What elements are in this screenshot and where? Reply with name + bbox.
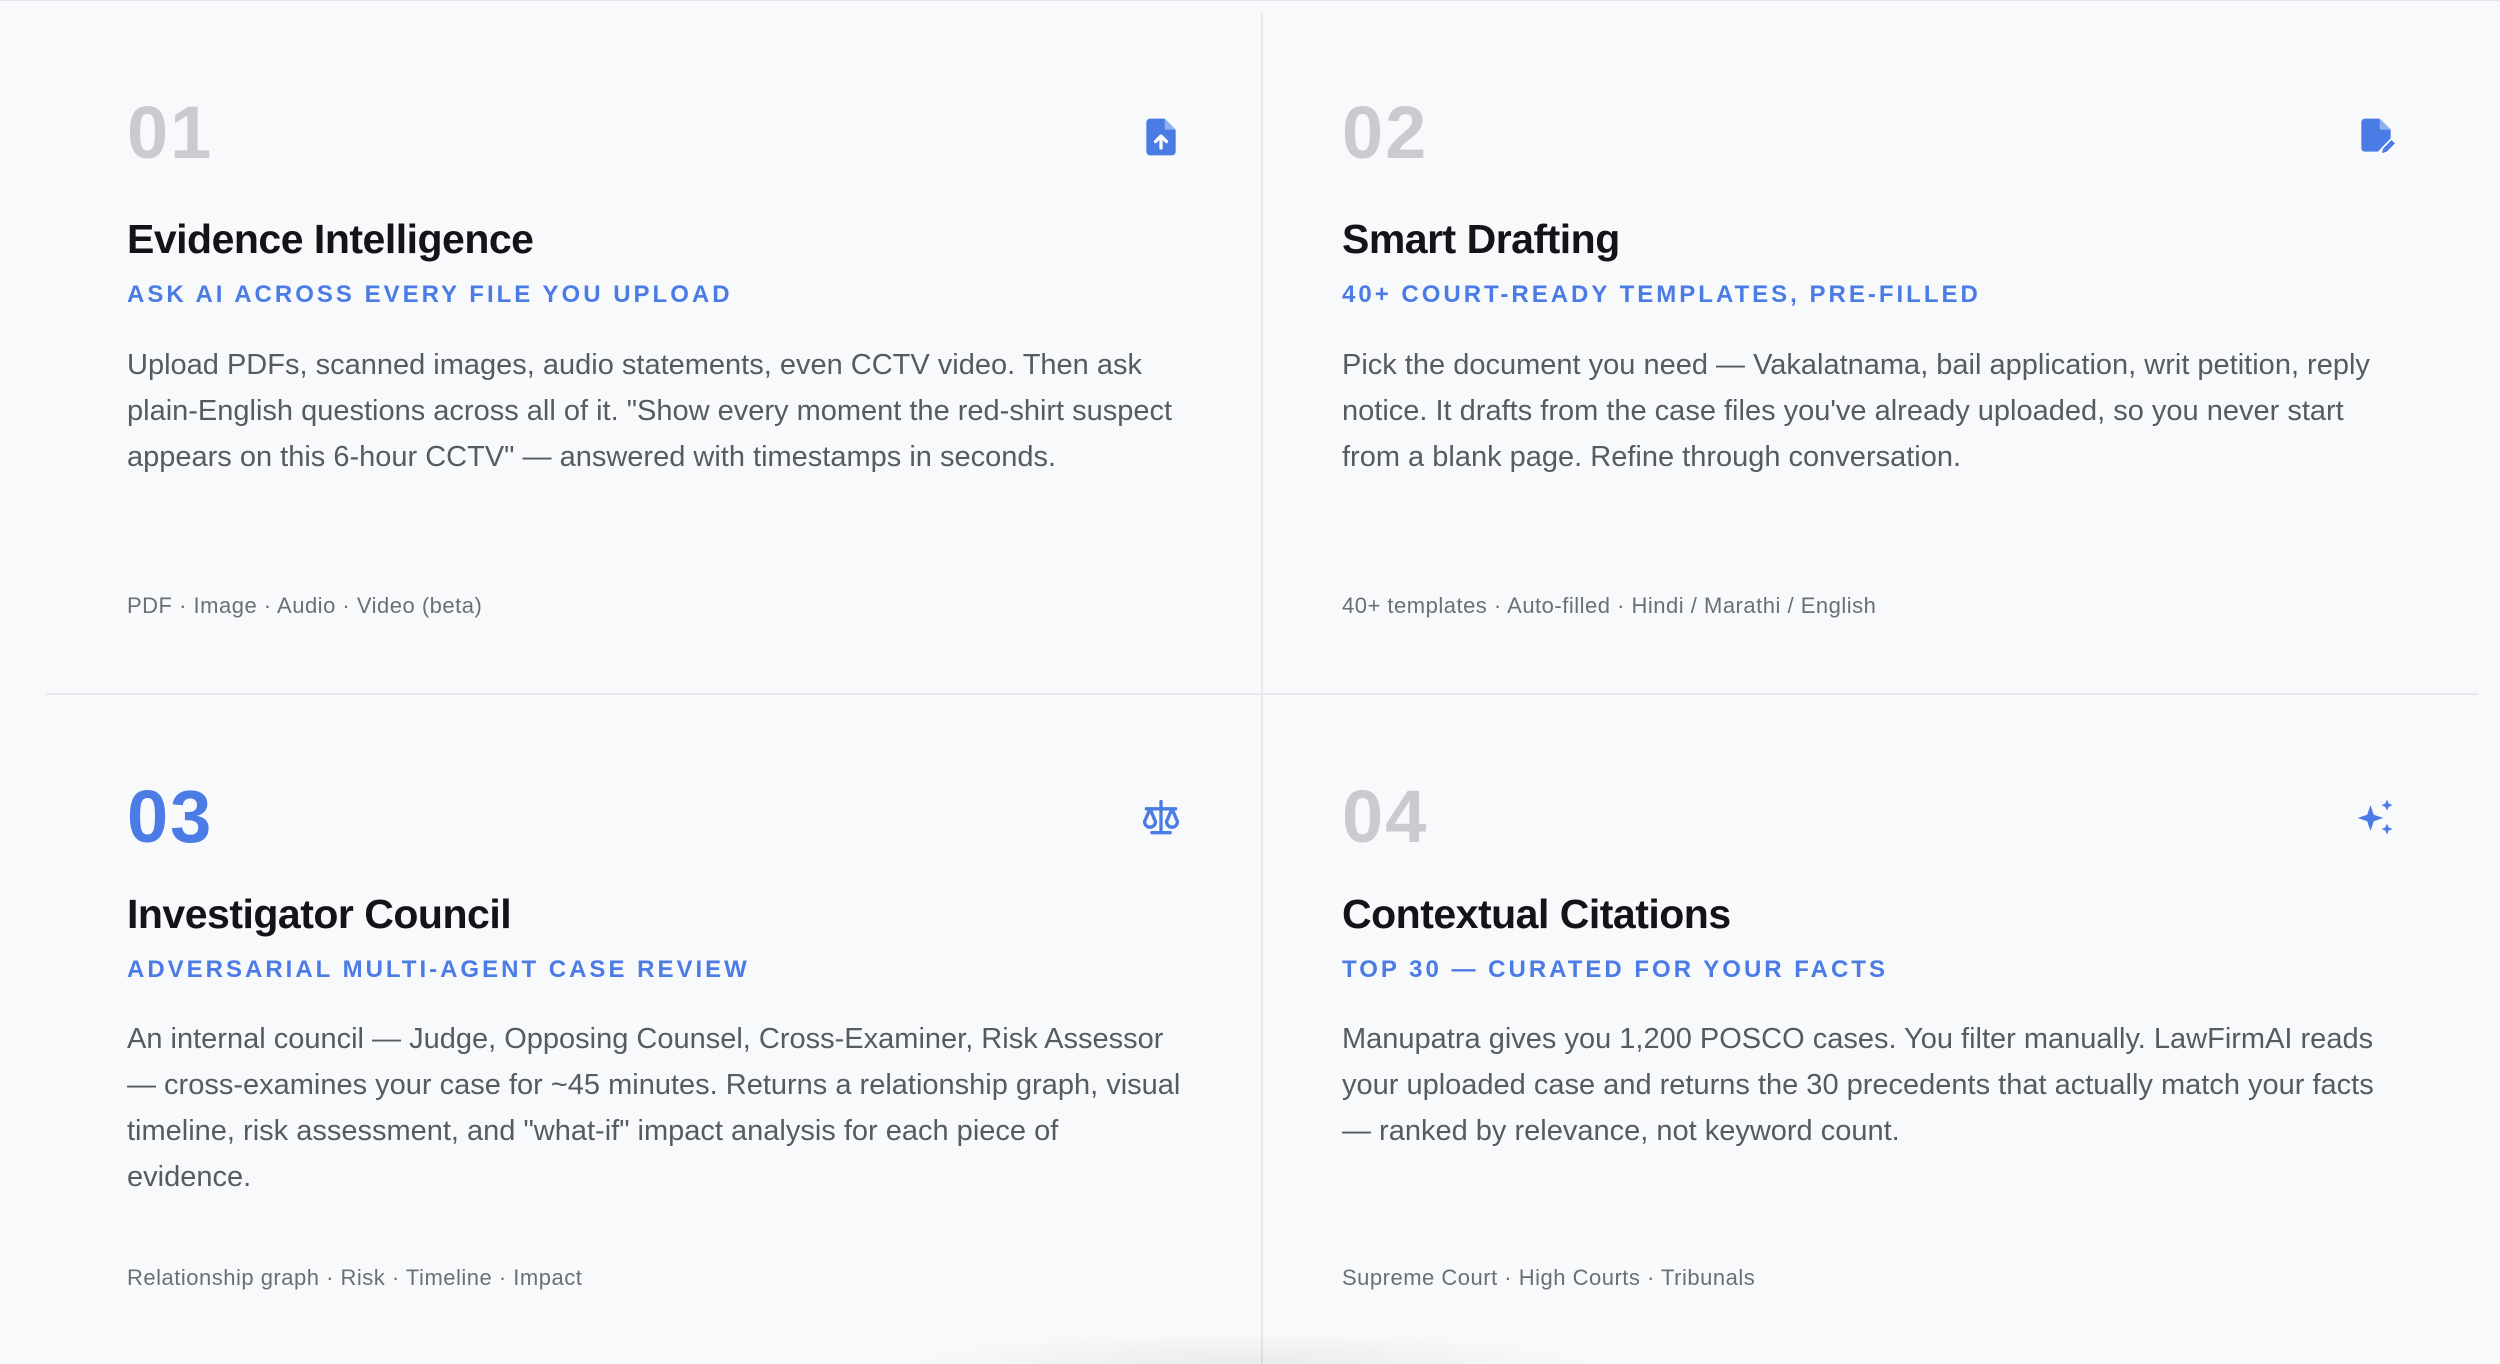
feature-subtitle: TOP 30 — CURATED FOR YOUR FACTS [1342, 956, 1888, 983]
feature-subtitle: ASK AI ACROSS EVERY FILE YOU UPLOAD [127, 281, 733, 308]
feature-tags: 40+ templates · Auto-filled · Hindi / Ma… [1342, 593, 1877, 618]
feature-description: Upload PDFs, scanned images, audio state… [127, 349, 1173, 473]
sparkles-icon [2354, 796, 2398, 840]
feature-card-investigator-council: 03 Investigator Council ADVERSARIAL MULT… [46, 694, 1261, 1364]
features-grid: 01 Evidence Intelligence ASK AI ACROSS E… [46, 11, 2478, 1364]
feature-card-smart-drafting: 02 Smart Drafting 40+ COURT-READY TEMPLA… [1261, 11, 2478, 694]
feature-number: 04 [1342, 775, 1429, 858]
feature-title: Evidence Intelligence [127, 216, 534, 262]
feature-tags: Supreme Court · High Courts · Tribunals [1342, 1265, 1756, 1290]
feature-card-contextual-citations: 04 Contextual Citations TOP 30 — CURATED… [1261, 694, 2478, 1364]
feature-tags: Relationship graph · Risk · Timeline · I… [127, 1265, 583, 1290]
feature-title: Smart Drafting [1342, 216, 1620, 262]
scales-icon [1139, 796, 1183, 840]
feature-tags: PDF · Image · Audio · Video (beta) [127, 593, 483, 618]
file-edit-icon [2354, 115, 2398, 159]
feature-card-evidence-intelligence: 01 Evidence Intelligence ASK AI ACROSS E… [46, 11, 1261, 694]
feature-title: Investigator Council [127, 891, 512, 937]
feature-description: Manupatra gives you 1,200 POSCO cases. Y… [1342, 1023, 2374, 1147]
feature-subtitle: ADVERSARIAL MULTI-AGENT CASE REVIEW [127, 956, 750, 983]
file-upload-icon [1139, 115, 1183, 159]
feature-subtitle: 40+ COURT-READY TEMPLATES, PRE-FILLED [1342, 281, 1981, 308]
feature-number: 02 [1342, 91, 1429, 174]
bottom-shadow [900, 1331, 1600, 1364]
feature-title: Contextual Citations [1342, 891, 1731, 937]
feature-number: 03 [127, 775, 214, 858]
features-page: 01 Evidence Intelligence ASK AI ACROSS E… [0, 0, 2500, 1364]
feature-description: An internal council — Judge, Opposing Co… [127, 1023, 1181, 1193]
feature-description: Pick the document you need — Vakalatnama… [1342, 349, 2370, 473]
feature-number: 01 [127, 91, 214, 174]
